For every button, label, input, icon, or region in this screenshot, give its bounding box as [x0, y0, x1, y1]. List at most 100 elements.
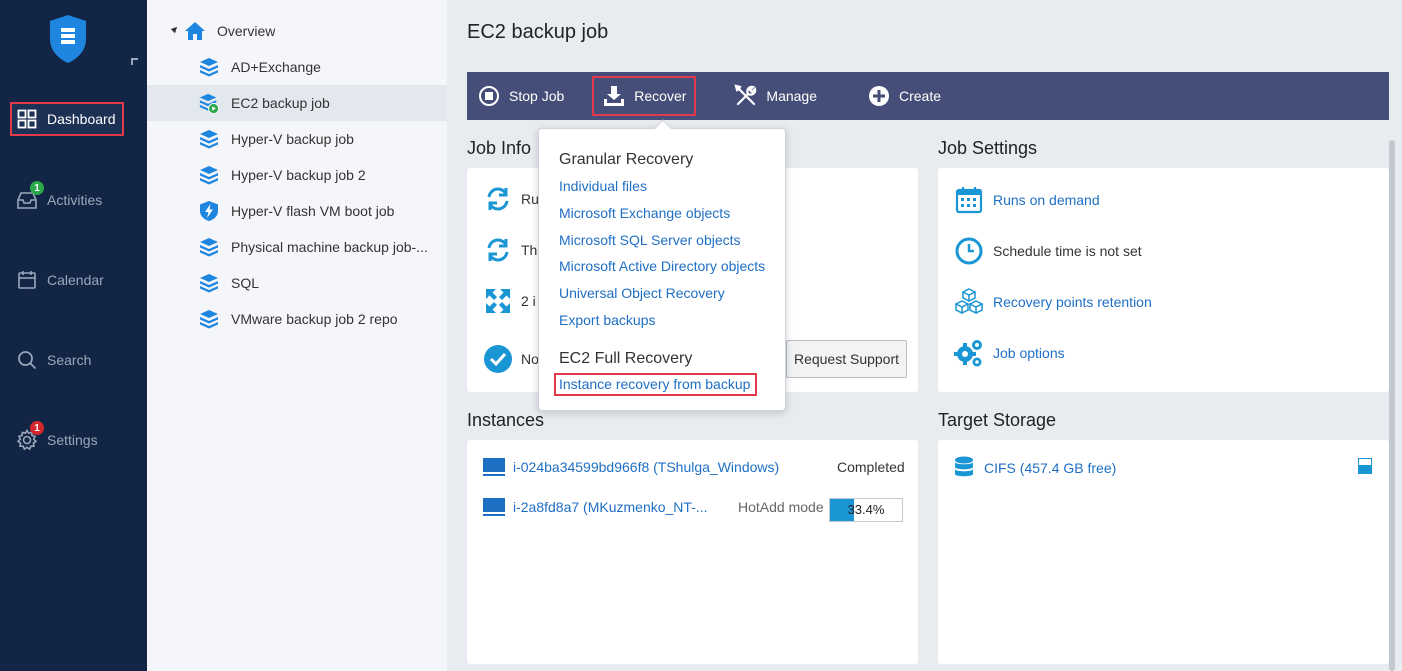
tree-item-job-selected[interactable]: EC2 backup job: [147, 85, 447, 121]
flash-boot-icon: [198, 200, 220, 222]
tree-item-overview[interactable]: Overview: [147, 13, 447, 49]
tree-label: Overview: [217, 23, 276, 39]
calendar-icon: [15, 268, 39, 292]
tree-label: Hyper-V backup job: [231, 131, 354, 147]
tree-item-job[interactable]: AD+Exchange: [147, 49, 447, 85]
instance-status: Completed: [837, 459, 905, 475]
download-tray-icon: [602, 84, 626, 108]
menu-item-export-backups[interactable]: Export backups: [559, 312, 656, 328]
nav-item-dashboard[interactable]: Dashboard: [10, 102, 124, 136]
runs-on-demand-link[interactable]: Runs on demand: [993, 192, 1100, 208]
manage-button[interactable]: Manage: [724, 76, 827, 116]
tree-item-job[interactable]: Hyper-V flash VM boot job: [147, 193, 447, 229]
calendar-grid-icon: [954, 185, 984, 215]
instance-progress-bar: 33.4%: [829, 498, 903, 522]
nav-label: Settings: [47, 432, 98, 448]
menu-item-individual-files[interactable]: Individual files: [559, 178, 647, 194]
menu-item-ad-objects[interactable]: Microsoft Active Directory objects: [559, 258, 765, 274]
instance-icon: [483, 458, 505, 476]
instance-name-link[interactable]: i-024ba34599bd966f8 (TShulga_Windows): [513, 459, 779, 475]
menu-item-sql-objects[interactable]: Microsoft SQL Server objects: [559, 232, 741, 248]
nav-label: Activities: [47, 192, 103, 208]
menu-item-instance-recovery[interactable]: Instance recovery from backup: [554, 373, 758, 396]
nav-item-activities[interactable]: 1 Activities: [10, 181, 138, 218]
instance-row[interactable]: i-2a8fd8a7 (MKuzmenko_NT-...: [483, 498, 708, 516]
job-toolbar: Stop Job Recover Manage Create: [467, 72, 1389, 120]
refresh-icon: [483, 184, 513, 214]
nav-label: Calendar: [47, 272, 104, 288]
storage-usage-bar: [1358, 458, 1372, 474]
collapse-nav-icon[interactable]: [131, 58, 138, 65]
menu-item-universal-object-recovery[interactable]: Universal Object Recovery: [559, 285, 725, 301]
instances-title: Instances: [467, 410, 545, 430]
logo-shield-icon[interactable]: [47, 13, 89, 65]
create-label: Create: [899, 88, 942, 104]
nav-item-search[interactable]: Search: [10, 342, 138, 378]
granular-recovery-heading: Granular Recovery: [559, 151, 694, 168]
create-button[interactable]: Create: [857, 76, 951, 116]
settings-row-runs: Runs on demand: [954, 185, 1100, 215]
storage-usage-fill: [1359, 464, 1371, 473]
manage-label: Manage: [766, 88, 817, 104]
request-support-button[interactable]: Request Support: [786, 340, 907, 378]
cubes-icon: [954, 287, 984, 317]
job-options-link[interactable]: Job options: [993, 345, 1065, 361]
instance-row[interactable]: i-024ba34599bd966f8 (TShulga_Windows): [483, 458, 779, 476]
vertical-scrollbar[interactable]: [1389, 140, 1395, 671]
expand-triangle-icon[interactable]: [170, 24, 180, 34]
activities-badge: 1: [30, 181, 44, 195]
instances-card: i-024ba34599bd966f8 (TShulga_Windows) Co…: [467, 440, 918, 664]
schedule-text: Schedule time is not set: [993, 243, 1142, 259]
tree-label: VMware backup job 2 repo: [231, 311, 398, 327]
info-row: Th: [483, 235, 537, 265]
tree-item-job[interactable]: Physical machine backup job-...: [147, 229, 447, 265]
tree-label: Hyper-V backup job 2: [231, 167, 366, 183]
storage-link[interactable]: CIFS (457.4 GB free): [984, 460, 1116, 476]
recover-button[interactable]: Recover: [592, 76, 697, 116]
job-stack-icon: [198, 272, 220, 294]
recover-dropdown-menu: Granular Recovery Individual files Micro…: [538, 119, 786, 411]
tree-item-job[interactable]: Hyper-V backup job 2: [147, 157, 447, 193]
settings-row-retention: Recovery points retention: [954, 287, 1152, 317]
plus-circle-icon: [867, 84, 891, 108]
tree-label: EC2 backup job: [231, 95, 330, 111]
storage-row: CIFS (457.4 GB free): [954, 456, 1116, 480]
instance-name-link[interactable]: i-2a8fd8a7 (MKuzmenko_NT-...: [513, 499, 708, 515]
nav-label: Search: [47, 352, 92, 368]
nav-label: Dashboard: [47, 111, 116, 127]
page-title: EC2 backup job: [467, 21, 609, 43]
expand-arrows-icon: [483, 286, 513, 316]
recover-label: Recover: [634, 88, 687, 104]
job-settings-card: Runs on demand Schedule time is not set …: [938, 168, 1389, 392]
tree-item-job[interactable]: VMware backup job 2 repo: [147, 301, 447, 337]
instance-icon: [483, 498, 505, 516]
nav-item-calendar[interactable]: Calendar: [10, 262, 138, 298]
info-row: Ru: [483, 184, 539, 214]
target-storage-card: CIFS (457.4 GB free): [938, 440, 1389, 664]
clock-icon: [954, 236, 984, 266]
stop-job-label: Stop Job: [509, 88, 565, 104]
nav-item-settings[interactable]: 1 Settings: [10, 421, 138, 458]
job-stack-icon: [198, 164, 220, 186]
settings-row-options: Job options: [954, 338, 1065, 368]
tree-label: Hyper-V flash VM boot job: [231, 203, 395, 219]
gear-icon: 1: [15, 421, 44, 452]
settings-badge: 1: [30, 421, 44, 435]
info-text: Ru: [521, 191, 539, 207]
job-stack-icon: [198, 128, 220, 150]
recovery-points-retention-link[interactable]: Recovery points retention: [993, 294, 1152, 310]
check-circle-icon: [483, 344, 513, 374]
home-icon: [184, 20, 206, 42]
tree-item-job[interactable]: SQL: [147, 265, 447, 301]
database-icon: [954, 456, 976, 480]
menu-item-exchange-objects[interactable]: Microsoft Exchange objects: [559, 205, 730, 221]
stop-job-button[interactable]: Stop Job: [467, 76, 574, 116]
tree-item-job[interactable]: Hyper-V backup job: [147, 121, 447, 157]
info-row: 2 i: [483, 286, 536, 316]
info-text: 2 i: [521, 293, 536, 309]
job-stack-icon: [198, 56, 220, 78]
grid-icon: [15, 107, 39, 131]
job-stack-icon: [198, 236, 220, 258]
job-running-icon: [198, 92, 220, 114]
tree-label: SQL: [231, 275, 260, 291]
